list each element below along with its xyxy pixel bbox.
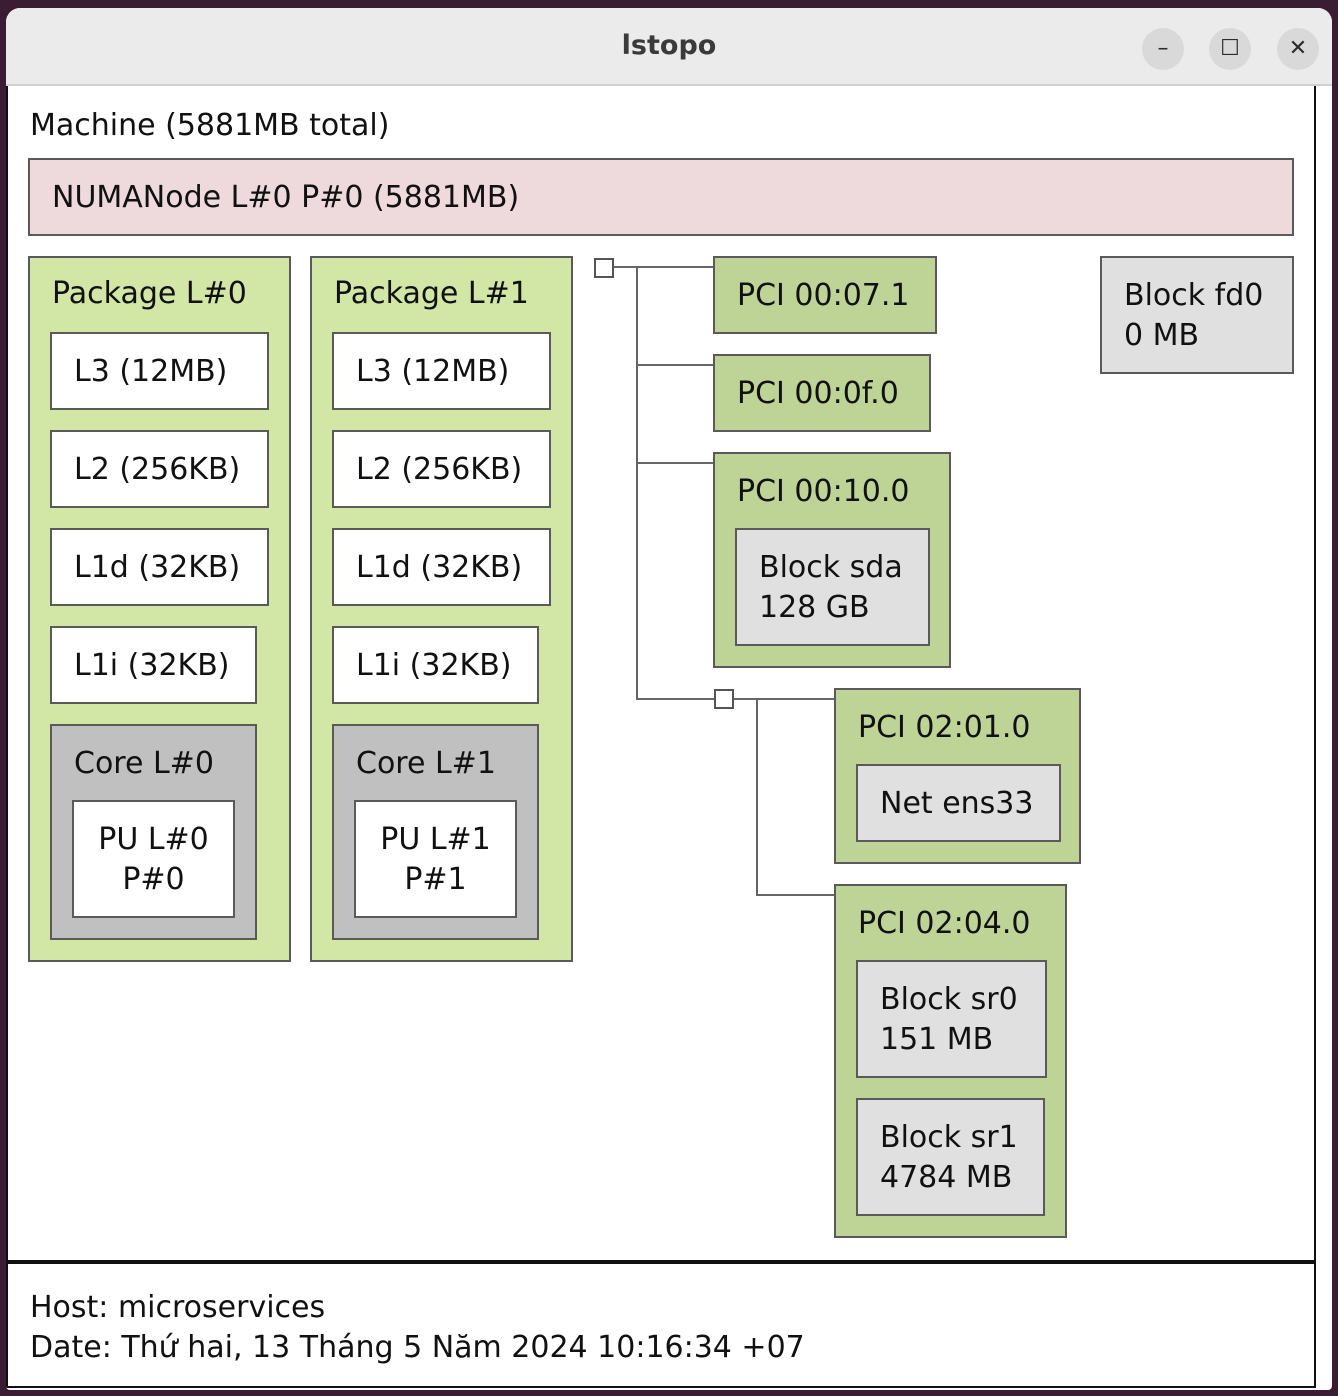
topology-canvas: Machine (5881MB total) NUMANode L#0 P#0 … xyxy=(6,86,1316,1262)
pci-00-07-1: PCI 00:07.1 xyxy=(713,256,937,334)
maximize-button[interactable]: ☐ xyxy=(1209,28,1251,70)
pu-1: PU L#1 P#1 xyxy=(354,800,517,918)
pci-link-bridge xyxy=(636,698,714,700)
package-1-l2-label: L2 (256KB) xyxy=(356,452,523,487)
package-0: Package L#0 L3 (12MB) L2 (256KB) L1d (32… xyxy=(28,256,291,962)
pci-link-02-04 xyxy=(756,894,834,896)
pci-00-07-1-label: PCI 00:07.1 xyxy=(737,278,910,313)
block-fd0: Block fd0 0 MB xyxy=(1100,256,1294,374)
pci-link-02-01 xyxy=(733,698,834,700)
block-sr0-label: Block sr0 151 MB xyxy=(880,982,1018,1057)
package-0-l3-cache: L3 (12MB) xyxy=(50,332,269,410)
title-bar: lstopo – ☐ ✕ xyxy=(6,8,1332,86)
pci-00-0f-0-label: PCI 00:0f.0 xyxy=(737,376,899,411)
block-sr0: Block sr0 151 MB xyxy=(856,960,1047,1078)
pci-02-01-0: PCI 02:01.0 Net ens33 xyxy=(834,688,1081,864)
package-1-l1i-cache: L1i (32KB) xyxy=(332,626,539,704)
host-bridge-icon xyxy=(594,258,614,278)
pci-bus-trunk xyxy=(636,266,638,700)
package-1-l1d-cache: L1d (32KB) xyxy=(332,528,551,606)
pci-link-07-1 xyxy=(613,266,713,268)
package-1: Package L#1 L3 (12MB) L2 (256KB) L1d (32… xyxy=(310,256,573,962)
close-button[interactable]: ✕ xyxy=(1277,28,1319,70)
package-0-l1i-cache: L1i (32KB) xyxy=(50,626,257,704)
pci-bridge-trunk xyxy=(756,698,758,896)
pci-00-0f-0: PCI 00:0f.0 xyxy=(713,354,931,432)
block-sr1-label: Block sr1 4784 MB xyxy=(880,1120,1018,1195)
footer-info: Host: microservices Date: Thứ hai, 13 Th… xyxy=(6,1262,1316,1388)
package-1-label: Package L#1 xyxy=(334,276,529,311)
pu-1-label: PU L#1 P#1 xyxy=(380,822,491,897)
package-1-l3-cache: L3 (12MB) xyxy=(332,332,551,410)
core-0-label: Core L#0 xyxy=(74,746,214,781)
machine-label: Machine (5881MB total) xyxy=(30,108,390,143)
package-1-l1d-label: L1d (32KB) xyxy=(356,550,523,585)
package-0-l1d-cache: L1d (32KB) xyxy=(50,528,269,606)
pci-bridge-icon xyxy=(714,689,734,709)
block-fd0-label: Block fd0 0 MB xyxy=(1124,278,1264,353)
block-sda: Block sda 128 GB xyxy=(735,528,930,646)
package-0-l1i-label: L1i (32KB) xyxy=(74,648,230,683)
numa-node: NUMANode L#0 P#0 (5881MB) xyxy=(28,158,1294,236)
core-1-label: Core L#1 xyxy=(356,746,496,781)
pu-0: PU L#0 P#0 xyxy=(72,800,235,918)
pci-02-01-0-label: PCI 02:01.0 xyxy=(858,710,1031,745)
package-0-l1d-label: L1d (32KB) xyxy=(74,550,241,585)
pci-00-10-0-label: PCI 00:10.0 xyxy=(737,474,910,509)
package-1-l1i-label: L1i (32KB) xyxy=(356,648,512,683)
pci-link-0f-0 xyxy=(636,364,713,366)
pci-00-10-0: PCI 00:10.0 Block sda 128 GB xyxy=(713,452,951,668)
numa-node-label: NUMANode L#0 P#0 (5881MB) xyxy=(52,180,520,215)
package-1-l3-label: L3 (12MB) xyxy=(356,354,510,389)
pci-02-04-0-label: PCI 02:04.0 xyxy=(858,906,1031,941)
block-sr1: Block sr1 4784 MB xyxy=(856,1098,1045,1216)
net-ens33-label: Net ens33 xyxy=(880,786,1034,821)
package-0-label: Package L#0 xyxy=(52,276,247,311)
package-1-l2-cache: L2 (256KB) xyxy=(332,430,551,508)
minimize-button[interactable]: – xyxy=(1142,28,1184,70)
block-sda-label: Block sda 128 GB xyxy=(759,550,903,625)
lstopo-window: lstopo – ☐ ✕ Machine (5881MB total) NUMA… xyxy=(6,8,1332,1390)
net-ens33: Net ens33 xyxy=(856,764,1061,842)
package-0-l2-cache: L2 (256KB) xyxy=(50,430,269,508)
core-0: Core L#0 PU L#0 P#0 xyxy=(50,724,257,940)
core-1: Core L#1 PU L#1 P#1 xyxy=(332,724,539,940)
window-title: lstopo xyxy=(621,30,717,61)
package-0-l3-label: L3 (12MB) xyxy=(74,354,228,389)
pu-0-label: PU L#0 P#0 xyxy=(98,822,209,897)
pci-link-10-0 xyxy=(636,462,713,464)
pci-02-04-0: PCI 02:04.0 Block sr0 151 MB Block sr1 4… xyxy=(834,884,1067,1238)
date-text: Date: Thứ hai, 13 Tháng 5 Năm 2024 10:16… xyxy=(30,1330,805,1365)
host-text: Host: microservices xyxy=(30,1290,326,1325)
package-0-l2-label: L2 (256KB) xyxy=(74,452,241,487)
